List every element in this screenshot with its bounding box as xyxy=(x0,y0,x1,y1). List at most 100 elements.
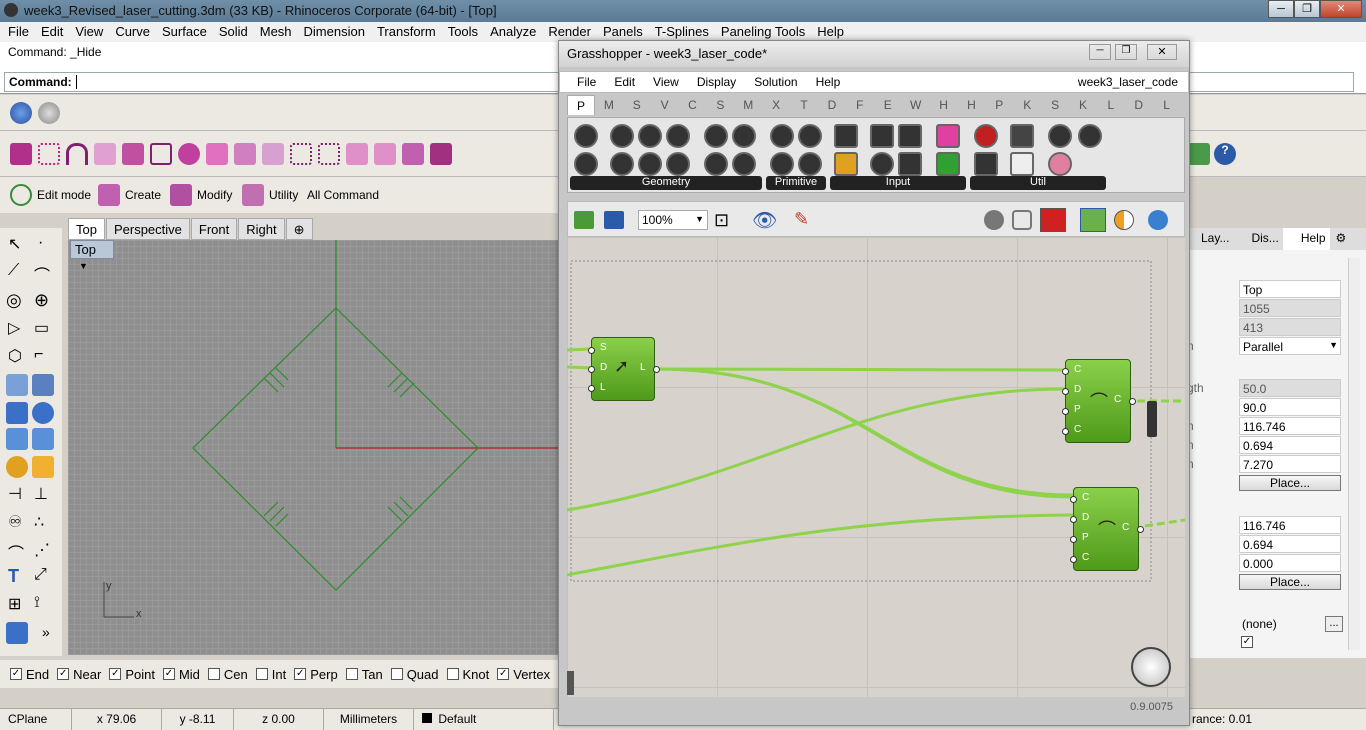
menu-transform[interactable]: Transform xyxy=(371,22,442,42)
point-icon[interactable]: · xyxy=(38,234,43,252)
cluster-icon[interactable] xyxy=(1048,124,1072,148)
property-value[interactable]: 0.694 xyxy=(1239,436,1341,454)
grid-edit-2-icon[interactable] xyxy=(318,143,340,165)
close-button[interactable]: ✕ xyxy=(1320,0,1362,18)
solid-union-icon[interactable] xyxy=(32,402,54,424)
twist-icon[interactable] xyxy=(122,143,144,165)
show-checkbox[interactable]: ✓ xyxy=(1241,636,1253,648)
cube-patch-icon[interactable] xyxy=(206,143,228,165)
gh-tab[interactable]: C xyxy=(679,95,707,115)
layer-status[interactable]: Default xyxy=(414,709,554,730)
more-tools-icon[interactable]: » xyxy=(42,624,50,640)
panel-icon[interactable] xyxy=(834,124,858,148)
tsplines-icon[interactable] xyxy=(1188,143,1210,165)
preview-eye-icon[interactable]: 👁 xyxy=(752,208,777,233)
fractal-icon[interactable] xyxy=(1078,124,1102,148)
mesh-quality-icon[interactable] xyxy=(1114,210,1134,230)
hand-edit-icon[interactable] xyxy=(262,143,284,165)
property-value[interactable]: 0.000 xyxy=(1239,554,1341,572)
gh-document-name[interactable]: week3_laser_code xyxy=(1078,75,1178,89)
output-pin[interactable] xyxy=(1129,398,1136,405)
projection-select[interactable]: Parallel ▼ xyxy=(1239,337,1341,355)
geometry-group-label[interactable]: Geometry xyxy=(570,176,762,190)
input-pin[interactable] xyxy=(588,347,595,354)
zoom-extents-icon[interactable]: ⊡ xyxy=(714,210,729,231)
input-pin[interactable] xyxy=(1062,388,1069,395)
group-icon[interactable]: ♾ xyxy=(8,512,22,532)
input-pin[interactable] xyxy=(1070,536,1077,543)
text-icon[interactable]: T xyxy=(8,566,19,587)
osnap-checkbox[interactable] xyxy=(345,668,358,680)
tab-help[interactable]: Help xyxy=(1282,228,1330,250)
cplane-status[interactable]: CPlane xyxy=(0,709,72,730)
gh-menu-edit[interactable]: Edit xyxy=(605,72,644,92)
gh-tab[interactable]: L xyxy=(1153,95,1181,115)
gh-tab[interactable]: H xyxy=(930,95,958,115)
param-curve-icon[interactable] xyxy=(638,124,662,148)
osnap-end[interactable]: ✓ End xyxy=(10,667,49,682)
units-status[interactable]: Millimeters xyxy=(324,709,414,730)
canvas-scroll-handle[interactable] xyxy=(567,671,574,695)
gh-tab[interactable]: S xyxy=(1041,95,1069,115)
analysis-icon[interactable]: ⟟ xyxy=(34,594,40,612)
osnap-point[interactable]: ✓ Point xyxy=(109,667,155,682)
menu-help[interactable]: Help xyxy=(811,22,850,42)
tab-front[interactable]: Front xyxy=(190,218,238,240)
arc-icon[interactable]: ⌒ xyxy=(8,540,24,564)
input-pin[interactable] xyxy=(1062,428,1069,435)
modify-button[interactable]: Modify xyxy=(197,188,232,202)
chevron-down-icon[interactable]: ▼ xyxy=(695,214,704,224)
property-value[interactable]: 116.746 xyxy=(1239,417,1341,435)
select-arrow-icon[interactable]: ↖ xyxy=(8,234,21,254)
ungroup-icon[interactable]: ∴ xyxy=(34,512,44,532)
menu-panels[interactable]: Panels xyxy=(597,22,649,42)
param-boolean-icon[interactable] xyxy=(770,124,794,148)
menu-solid[interactable]: Solid xyxy=(213,22,254,42)
gear-icon[interactable]: ⚙ xyxy=(1330,228,1347,250)
panel-grid-2-icon[interactable] xyxy=(374,143,396,165)
create-button[interactable]: Create xyxy=(125,188,161,202)
polygon-icon[interactable]: ▷ xyxy=(8,318,20,338)
input-pin[interactable] xyxy=(1070,516,1077,523)
gumball-icon[interactable] xyxy=(1080,208,1106,232)
flow-icon[interactable] xyxy=(234,143,256,165)
data-output-icon[interactable] xyxy=(1010,124,1034,148)
property-value[interactable]: 116.746 xyxy=(1239,516,1341,534)
osnap-checkbox[interactable]: ✓ xyxy=(10,668,22,680)
gh-menu-display[interactable]: Display xyxy=(688,72,745,92)
gh-tab[interactable]: M xyxy=(734,95,762,115)
transform-arrows-icon[interactable] xyxy=(32,456,54,478)
galapagos-icon[interactable] xyxy=(974,124,998,148)
dimension-icon[interactable]: ⤢ xyxy=(34,566,47,584)
render-box-icon[interactable] xyxy=(6,622,28,644)
open-file-icon[interactable] xyxy=(574,211,594,229)
osnap-int[interactable]: Int xyxy=(255,667,286,682)
grid-edit-icon[interactable] xyxy=(290,143,312,165)
cylinder-icon[interactable] xyxy=(6,428,28,450)
osnap-checkbox[interactable]: ✓ xyxy=(57,668,70,680)
input-pin[interactable] xyxy=(1070,496,1077,503)
param-box-icon[interactable] xyxy=(704,124,728,148)
input-pin[interactable] xyxy=(1070,556,1077,563)
hexagon-icon[interactable]: ⬡ xyxy=(8,346,22,366)
sphere-preview-icon[interactable] xyxy=(1148,210,1168,230)
gh-tab[interactable]: V xyxy=(651,95,679,115)
tab-top[interactable]: Top xyxy=(68,218,105,240)
menu-curve[interactable]: Curve xyxy=(109,22,156,42)
panel-check-icon[interactable] xyxy=(430,143,452,165)
fillet-icon[interactable]: ⌐ xyxy=(34,346,43,364)
tab-perspective[interactable]: Perspective xyxy=(105,218,190,240)
flask-icon[interactable] xyxy=(1048,152,1072,176)
gh-tab[interactable]: M xyxy=(595,95,623,115)
arc-points-icon[interactable]: ⋰ xyxy=(34,540,50,560)
gh-tab[interactable]: D xyxy=(1125,95,1153,115)
osnap-cen[interactable]: Cen xyxy=(207,667,248,682)
viewport-label[interactable]: Top ▼ xyxy=(70,240,114,271)
navigation-compass-icon[interactable] xyxy=(1131,647,1171,687)
utility-button[interactable]: Utility xyxy=(269,188,298,202)
gh-tab[interactable]: T xyxy=(790,95,818,115)
slider-icon[interactable] xyxy=(936,124,960,148)
preview-selected-icon[interactable] xyxy=(1040,208,1066,232)
gh-menu-solution[interactable]: Solution xyxy=(745,72,806,92)
input-group-label[interactable]: Input xyxy=(830,176,966,190)
